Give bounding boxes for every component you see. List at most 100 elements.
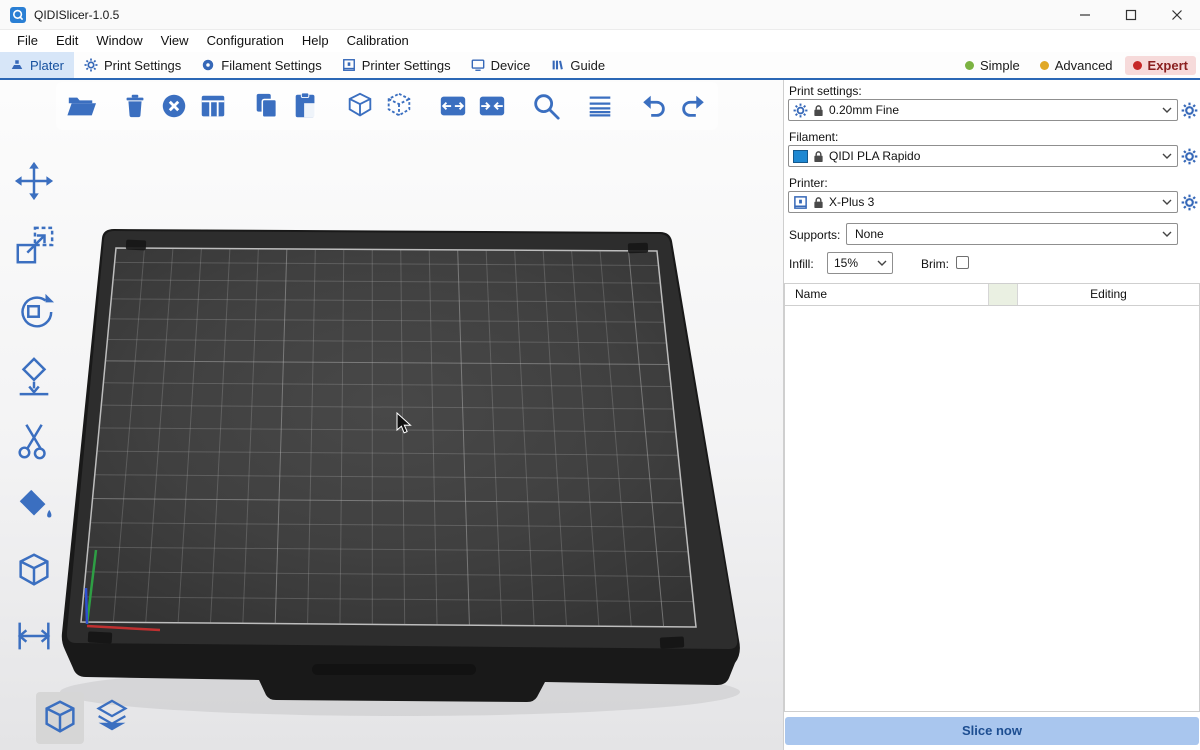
lock-icon xyxy=(813,196,824,209)
variable-layer-height-button[interactable] xyxy=(583,86,617,126)
printer-settings-icon xyxy=(342,58,356,72)
maximize-button[interactable] xyxy=(1108,0,1154,30)
preview-view-button[interactable] xyxy=(88,692,136,744)
build-plate[interactable] xyxy=(0,80,783,750)
cut-button[interactable] xyxy=(10,418,58,464)
mode-expert[interactable]: Expert xyxy=(1125,56,1196,75)
delete-button[interactable] xyxy=(118,86,152,126)
plater-icon xyxy=(10,58,24,72)
printer-icon xyxy=(793,195,808,210)
mode-label: Advanced xyxy=(1055,58,1113,73)
printer-combo[interactable]: X-Plus 3 xyxy=(788,191,1178,213)
tab-label: Device xyxy=(491,58,531,73)
rotate-button[interactable] xyxy=(10,288,58,334)
split-to-parts-button[interactable] xyxy=(475,86,509,126)
paste-button[interactable] xyxy=(289,86,323,126)
search-button[interactable] xyxy=(529,86,563,126)
decrease-instances-button[interactable] xyxy=(382,86,416,126)
viewport-3d[interactable] xyxy=(0,80,783,750)
app-icon xyxy=(10,7,26,23)
mode-simple[interactable]: Simple xyxy=(957,56,1028,75)
chevron-down-icon xyxy=(877,260,887,266)
gizmo-toolbar xyxy=(10,158,58,659)
redo-button[interactable] xyxy=(676,86,710,126)
slice-now-button[interactable]: Slice now xyxy=(785,717,1199,745)
view-mode-toggles xyxy=(36,692,136,744)
menu-help[interactable]: Help xyxy=(293,30,338,52)
filament-combo[interactable]: QIDI PLA Rapido xyxy=(788,145,1178,167)
tab-plater[interactable]: Plater xyxy=(0,52,74,78)
right-sidebar: Print settings: 0.20mm Fine Filament: QI… xyxy=(783,80,1200,750)
arrange-button[interactable] xyxy=(196,86,230,126)
chevron-down-icon xyxy=(1162,231,1172,237)
measure-button[interactable] xyxy=(10,613,58,659)
supports-combo[interactable]: None xyxy=(846,223,1178,245)
place-on-face-button[interactable] xyxy=(10,353,58,399)
seam-painting-button[interactable] xyxy=(10,548,58,594)
cube-3d-icon xyxy=(39,697,81,739)
chevron-down-icon xyxy=(1162,153,1172,159)
tab-label: Guide xyxy=(570,58,605,73)
paint-supports-button[interactable] xyxy=(10,483,58,529)
layers-icon xyxy=(91,697,133,739)
expert-mode-dot xyxy=(1133,61,1142,70)
mode-advanced[interactable]: Advanced xyxy=(1032,56,1121,75)
print-settings-value: 0.20mm Fine xyxy=(829,103,1157,117)
tab-label: Printer Settings xyxy=(362,58,451,73)
copy-button[interactable] xyxy=(250,86,284,126)
close-button[interactable] xyxy=(1154,0,1200,30)
printer-gear-button[interactable] xyxy=(1181,194,1198,211)
tab-label: Plater xyxy=(30,58,64,73)
infill-value: 15% xyxy=(832,256,872,270)
move-button[interactable] xyxy=(10,158,58,204)
menu-window[interactable]: Window xyxy=(87,30,151,52)
supports-value: None xyxy=(851,227,1157,241)
brim-checkbox[interactable] xyxy=(956,256,969,269)
lock-icon xyxy=(813,150,824,163)
tab-guide[interactable]: Guide xyxy=(540,52,615,78)
increase-instances-button[interactable] xyxy=(343,86,377,126)
tab-printer-settings[interactable]: Printer Settings xyxy=(332,52,461,78)
column-header-editing: Editing xyxy=(1018,284,1199,305)
menu-file[interactable]: File xyxy=(8,30,47,52)
column-header-extruder xyxy=(989,284,1018,305)
print-profile-icon xyxy=(793,103,808,118)
editor-view-button[interactable] xyxy=(36,692,84,744)
delete-all-button[interactable] xyxy=(157,86,191,126)
filament-settings-icon xyxy=(201,58,215,72)
filament-value: QIDI PLA Rapido xyxy=(829,149,1157,163)
split-to-objects-button[interactable] xyxy=(436,86,470,126)
tab-label: Filament Settings xyxy=(221,58,321,73)
plater-toolbar xyxy=(56,82,718,130)
column-header-name: Name xyxy=(785,284,989,305)
tab-print-settings[interactable]: Print Settings xyxy=(74,52,191,78)
title-bar[interactable]: QIDISlicer-1.0.5 xyxy=(0,0,1200,30)
filament-label: Filament: xyxy=(789,130,838,144)
menu-edit[interactable]: Edit xyxy=(47,30,87,52)
filament-color-swatch xyxy=(793,150,808,163)
filament-gear-button[interactable] xyxy=(1181,148,1198,165)
menu-configuration[interactable]: Configuration xyxy=(198,30,293,52)
chevron-down-icon xyxy=(1162,199,1172,205)
print-settings-gear-button[interactable] xyxy=(1181,102,1198,119)
open-button[interactable] xyxy=(64,86,98,126)
mode-label: Expert xyxy=(1148,58,1188,73)
tab-device[interactable]: Device xyxy=(461,52,541,78)
device-icon xyxy=(471,58,485,72)
mode-label: Simple xyxy=(980,58,1020,73)
tab-filament-settings[interactable]: Filament Settings xyxy=(191,52,331,78)
object-list[interactable]: Name Editing xyxy=(784,283,1200,712)
infill-combo[interactable]: 15% xyxy=(827,252,893,274)
brim-label: Brim: xyxy=(921,257,949,271)
bed-grid-surface[interactable] xyxy=(81,248,696,627)
simple-mode-dot xyxy=(965,61,974,70)
undo-button[interactable] xyxy=(637,86,671,126)
menu-calibration[interactable]: Calibration xyxy=(338,30,418,52)
menu-view[interactable]: View xyxy=(152,30,198,52)
print-settings-combo[interactable]: 0.20mm Fine xyxy=(788,99,1178,121)
advanced-mode-dot xyxy=(1040,61,1049,70)
minimize-button[interactable] xyxy=(1062,0,1108,30)
print-settings-label: Print settings: xyxy=(789,84,862,98)
supports-label: Supports: xyxy=(789,228,840,242)
scale-button[interactable] xyxy=(10,223,58,269)
